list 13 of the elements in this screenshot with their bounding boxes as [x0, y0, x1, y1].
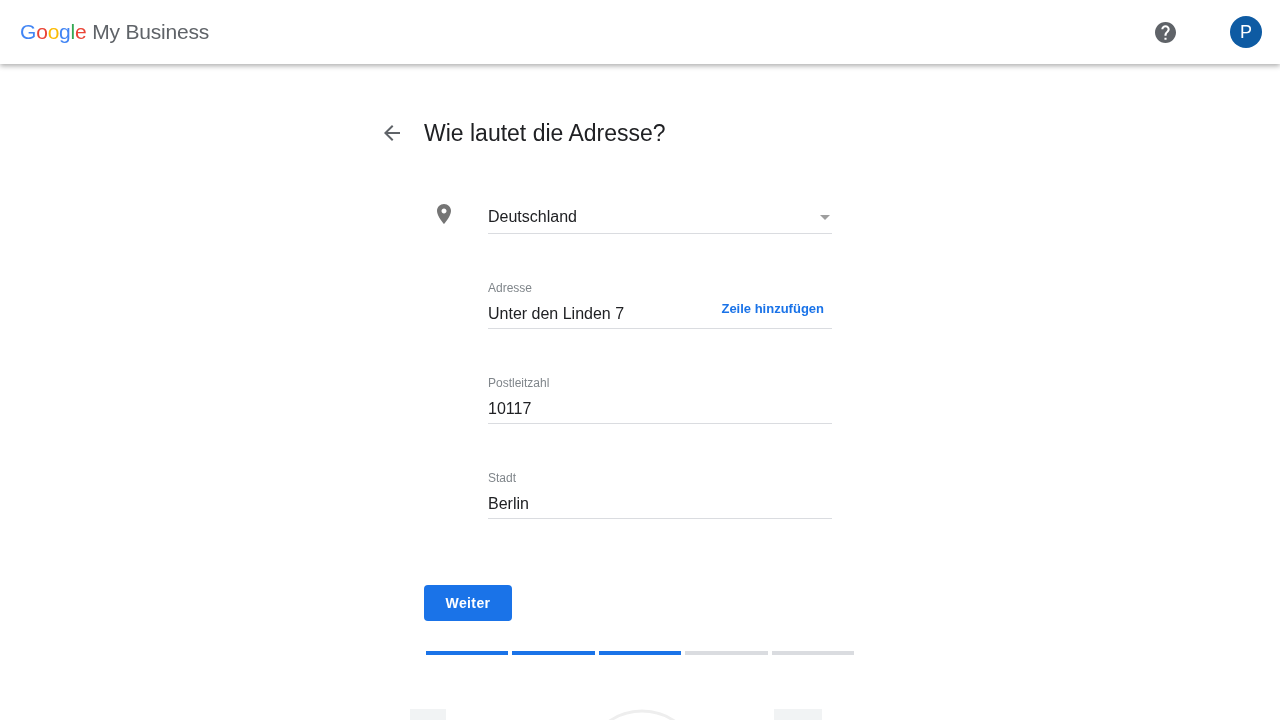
page-title: Wie lautet die Adresse?: [424, 119, 666, 148]
country-dropdown[interactable]: Deutschland: [488, 201, 832, 234]
account-avatar[interactable]: P: [1230, 16, 1262, 48]
next-button[interactable]: Weiter: [424, 585, 512, 621]
help-icon[interactable]: [1155, 21, 1176, 43]
caret-icon: [820, 214, 830, 220]
app-logo[interactable]: Google My Business: [20, 20, 210, 44]
postal-code-field[interactable]: Postleitzahl 10117: [488, 375, 832, 424]
back-arrow-icon[interactable]: [384, 125, 400, 141]
location-pin-icon: [437, 204, 451, 224]
add-line-link[interactable]: Zeile hinzufügen: [721, 299, 824, 319]
city-field[interactable]: Stadt Berlin: [488, 470, 832, 519]
address-field[interactable]: Adresse Unter den Linden 7 Zeile hinzufügen: [488, 280, 832, 329]
